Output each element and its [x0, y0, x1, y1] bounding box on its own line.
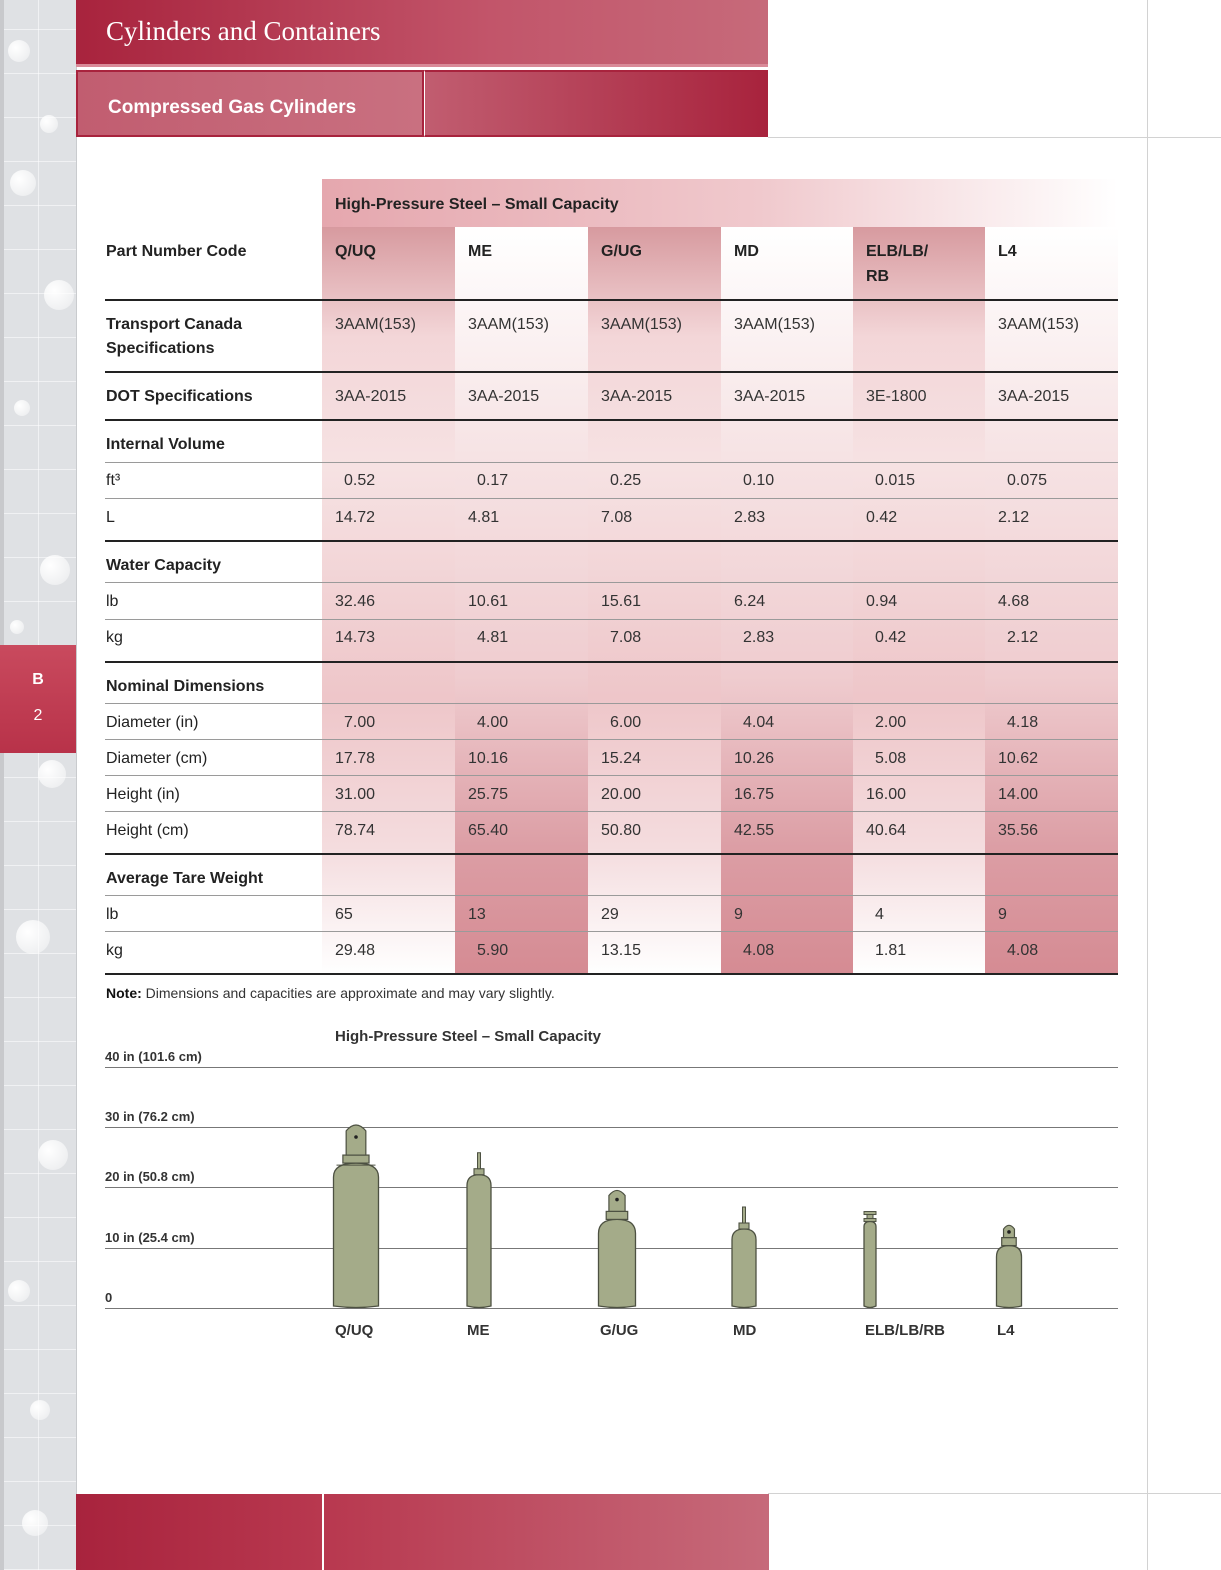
cylinder-bar	[332, 1124, 380, 1309]
cylinder-bar	[597, 1189, 637, 1309]
x-category-label: ELB/LB/RB	[865, 1322, 945, 1339]
x-category-label: MD	[733, 1322, 757, 1339]
cylinder-bar	[731, 1206, 757, 1309]
x-category-label: L4	[997, 1322, 1015, 1339]
x-category-label: ME	[467, 1322, 490, 1339]
x-category-label: Q/UQ	[335, 1322, 374, 1339]
x-category-label: G/UG	[600, 1322, 639, 1339]
cylinder-bar	[995, 1224, 1023, 1309]
cylinder-bar	[863, 1211, 877, 1309]
cylinder-bar	[466, 1152, 492, 1309]
